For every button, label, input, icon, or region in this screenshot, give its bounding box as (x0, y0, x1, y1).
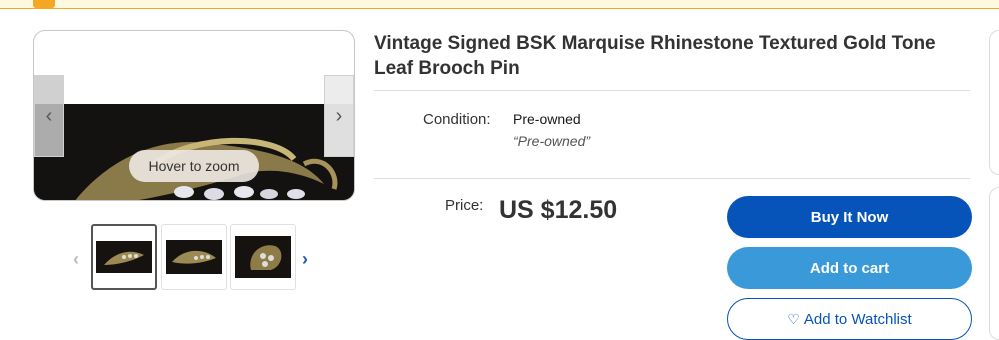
price-label: Price: (445, 197, 484, 214)
watchlist-label: Add to Watchlist (803, 310, 912, 328)
price-value: US $12.50 (499, 196, 618, 224)
condition-value: Pre-owned (513, 111, 581, 127)
add-to-watchlist-button[interactable]: ♡ Add to Watchlist (727, 298, 972, 340)
chevron-right-icon: › (335, 104, 343, 127)
thumbnail-3[interactable] (230, 224, 296, 290)
zoom-hint: Hover to zoom (129, 150, 259, 182)
listing-title: Vintage Signed BSK Marquise Rhinestone T… (374, 33, 936, 79)
thumbnail-image (166, 240, 222, 274)
thumbnail-image (96, 241, 152, 273)
chevron-left-icon: ‹ (45, 104, 53, 127)
thumbnail-1[interactable] (91, 224, 157, 290)
notice-banner (0, 0, 999, 9)
thumbnail-image (235, 236, 291, 278)
gallery-prev-button[interactable]: ‹ (34, 75, 64, 157)
image-gallery[interactable]: ‹ › Hover to zoom (33, 30, 355, 201)
gallery-next-button[interactable]: › (324, 75, 354, 157)
side-panel-edge (989, 30, 999, 175)
buy-it-now-button[interactable]: Buy It Now (727, 196, 972, 238)
condition-description: “Pre-owned” (513, 133, 591, 149)
alert-icon (33, 0, 55, 8)
divider (374, 178, 970, 179)
heart-icon: ♡ (787, 310, 800, 327)
chevron-left-icon: ‹ (73, 249, 79, 269)
condition-label: Condition: (423, 111, 491, 128)
side-panel-edge (989, 187, 999, 340)
thumbnail-2[interactable] (161, 224, 227, 290)
thumbnail-prev-button[interactable]: ‹ (73, 249, 79, 270)
divider (374, 90, 970, 91)
add-to-cart-button[interactable]: Add to cart (727, 247, 972, 289)
chevron-right-icon: › (302, 249, 308, 269)
thumbnail-next-button[interactable]: › (302, 249, 308, 270)
